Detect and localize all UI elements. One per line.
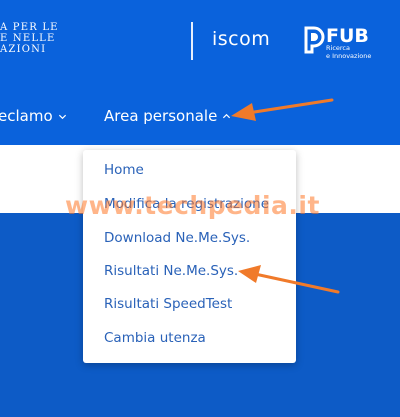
arrow-to-area-personale (231, 98, 334, 121)
page: A PER LE E NELLE AZIONI iscom FUB Ricerc… (0, 0, 400, 417)
annotation-arrows (231, 98, 340, 294)
arrow-to-risultati-nemesys (238, 265, 340, 294)
